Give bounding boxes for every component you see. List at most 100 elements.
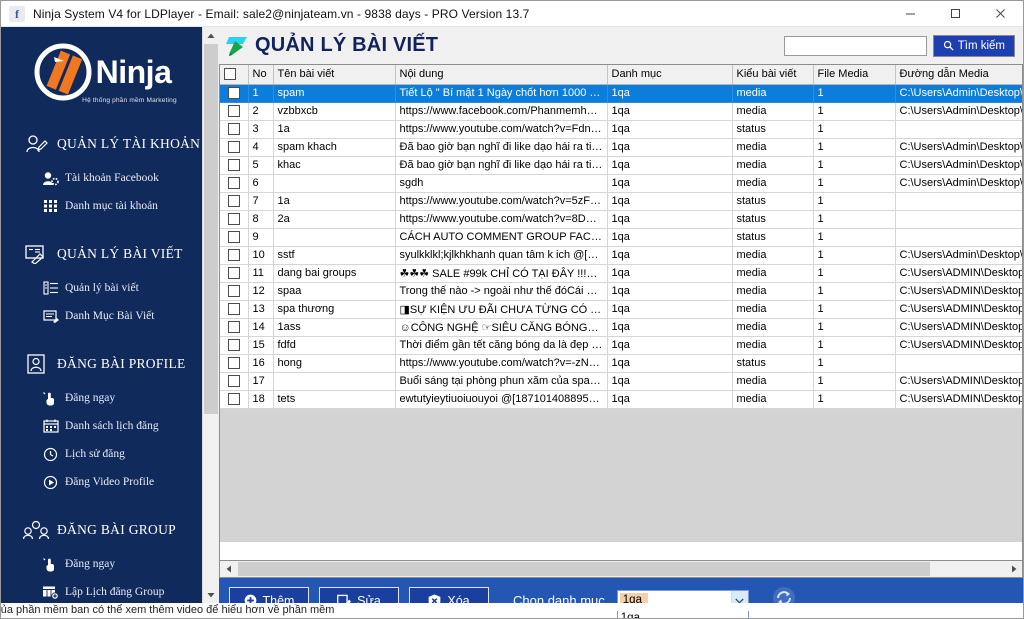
- row-checkbox[interactable]: [227, 105, 240, 118]
- sidebar-scrollbar-thumb[interactable]: [204, 44, 218, 414]
- column-header-select-all[interactable]: [220, 65, 249, 85]
- column-header-ten-bai-viet[interactable]: Tên bài viết: [273, 65, 396, 85]
- sidebar-item-danh-muc-tai-khoan[interactable]: Danh mục tài khoản: [1, 192, 202, 220]
- sidebar-item-tai-khoan-facebook[interactable]: Tài khoản Facebook: [1, 164, 202, 192]
- sidebar-item-dang-video-profile[interactable]: Đăng Video Profile: [1, 468, 202, 496]
- select-all-checkbox[interactable]: [224, 68, 236, 81]
- search-button[interactable]: Tìm kiếm: [932, 34, 1015, 57]
- row-checkbox-cell[interactable]: [220, 156, 249, 175]
- table-row[interactable]: 2 vzbbxcb https://www.facebook.com/Phanmem…: [220, 102, 1022, 121]
- table-row[interactable]: 15 fdfd Thời điểm gần tết căng bóng da là …: [220, 336, 1022, 355]
- maximize-button[interactable]: [933, 1, 978, 27]
- row-checkbox[interactable]: [227, 357, 240, 370]
- table-row[interactable]: 18 tets ewtutyieytiuoiuouyoi @[18710140889…: [220, 390, 1022, 409]
- category-option[interactable]: 1qa: [618, 611, 748, 618]
- row-checkbox-cell[interactable]: [220, 282, 249, 301]
- row-checkbox[interactable]: [227, 177, 240, 190]
- row-checkbox-cell[interactable]: [220, 372, 249, 391]
- row-checkbox[interactable]: [227, 249, 240, 262]
- table-row[interactable]: 3 1a https://www.youtube.com/watch?v=FdnmG…: [220, 120, 1022, 139]
- row-checkbox-cell[interactable]: [220, 192, 249, 211]
- row-checkbox[interactable]: [227, 285, 240, 298]
- sidebar-item-danh-muc-bai-viet[interactable]: Danh Mục Bài Viết: [1, 302, 202, 330]
- posts-table-container[interactable]: No Tên bài viết Nội dung Danh mục Kiểu b…: [219, 64, 1023, 561]
- table-row[interactable]: 141ass☺CÔNG NGHỆ ☞SIÊU CĂNG BÓNG☞SIÊU PH…: [220, 318, 1022, 337]
- row-checkbox-cell[interactable]: [220, 300, 249, 319]
- table-row[interactable]: 10 sstf syulkklkl;kjlkhkhanh quan tâm k ic…: [220, 246, 1022, 265]
- table-horizontal-scrollbar[interactable]: [219, 561, 1023, 578]
- sidebar-item-dang-ngay-group[interactable]: Đăng ngay: [1, 550, 202, 578]
- row-checkbox-cell[interactable]: [220, 120, 249, 139]
- column-header-duong-dan-media[interactable]: Đường dẫn Media: [895, 65, 1022, 85]
- row-checkbox[interactable]: [227, 267, 240, 280]
- row-checkbox[interactable]: [227, 141, 240, 154]
- row-checkbox[interactable]: [227, 321, 240, 334]
- column-header-noi-dung[interactable]: Nội dung: [395, 65, 608, 85]
- row-checkbox[interactable]: [227, 375, 240, 388]
- cell-no: 17: [248, 372, 274, 391]
- row-checkbox[interactable]: [227, 231, 240, 244]
- scroll-up-icon[interactable]: [203, 27, 219, 44]
- row-checkbox[interactable]: [227, 159, 240, 172]
- row-checkbox-cell[interactable]: [220, 354, 249, 373]
- category-dropdown-list[interactable]: 1qa1bsap quỳnh: [616, 611, 749, 618]
- cell-duong-dan-media: C:\Users\Admin\Desktop\1\1 (.: [895, 246, 1022, 265]
- row-checkbox[interactable]: [227, 195, 240, 208]
- row-checkbox-cell[interactable]: [220, 174, 249, 193]
- scroll-left-icon[interactable]: [220, 561, 237, 577]
- sidebar-item-lich-su-dang[interactable]: Lịch sử đăng: [1, 440, 202, 468]
- table-row[interactable]: 7 1a https://www.youtube.com/watch?v=5zFnX…: [220, 192, 1022, 211]
- row-checkbox-cell[interactable]: [220, 336, 249, 355]
- column-header-kieu-bai-viet[interactable]: Kiểu bài viết: [732, 65, 814, 85]
- sidebar-group-dang-bai-group[interactable]: ĐĂNG BÀI GROUP: [1, 510, 202, 550]
- row-checkbox[interactable]: [227, 303, 240, 316]
- row-checkbox-cell[interactable]: [220, 228, 249, 247]
- search-input[interactable]: [783, 35, 927, 56]
- row-checkbox-cell[interactable]: [220, 84, 249, 103]
- scroll-right-icon[interactable]: [1005, 561, 1022, 577]
- cell-danh-muc: 1qa: [607, 372, 733, 391]
- table-row[interactable]: 11 dang bai groups ☘☘☘ SALE #99k CHỈ CÓ TẠ…: [220, 264, 1022, 283]
- row-checkbox-cell[interactable]: [220, 264, 249, 283]
- scroll-down-icon[interactable]: [203, 586, 219, 603]
- horizontal-scrollbar-thumb[interactable]: [238, 562, 930, 576]
- table-row[interactable]: 12 spaa Trong thế nào -> ngoài như thế đóC…: [220, 282, 1022, 301]
- row-checkbox-cell[interactable]: [220, 318, 249, 337]
- table-row[interactable]: 1 spam Tiết Lộ " Bí mật 1 Ngày chốt hơn 10…: [220, 84, 1022, 103]
- cell-kieu-bai-viet: media: [732, 300, 814, 319]
- sidebar-group-quan-ly-tai-khoan[interactable]: QUẢN LÝ TÀI KHOẢN: [1, 124, 202, 164]
- row-checkbox-cell[interactable]: [220, 102, 249, 121]
- row-checkbox[interactable]: [227, 393, 240, 406]
- sidebar-item-lap-lich-dang-group[interactable]: Lập Lịch đăng Group: [1, 578, 202, 603]
- row-checkbox-cell[interactable]: [220, 246, 249, 265]
- table-row[interactable]: 9 CÁCH AUTO COMMENT GROUP FACEBOOK T...1q…: [220, 228, 1022, 247]
- table-row[interactable]: 13 spa thương ◨SỰ KIỆN ƯU ĐÃI CHƯA TỪNG CÓ…: [220, 300, 1022, 319]
- table-row[interactable]: 8 2a https://www.youtube.com/watch?v=8DWYj…: [220, 210, 1022, 229]
- row-checkbox-cell[interactable]: [220, 138, 249, 157]
- column-header-no[interactable]: No: [248, 65, 274, 85]
- table-row[interactable]: 16 hong https://www.youtube.com/watch?v=-z…: [220, 354, 1022, 373]
- sidebar-scrollbar[interactable]: [202, 27, 219, 603]
- sidebar-item-dang-ngay-profile[interactable]: Đăng ngay: [1, 384, 202, 412]
- row-checkbox[interactable]: [227, 123, 240, 136]
- sidebar-item-danh-sach-lich-dang[interactable]: Danh sách lịch đăng: [1, 412, 202, 440]
- close-button[interactable]: [978, 1, 1023, 27]
- cell-noi-dung: Buổi sáng tại phòng phun xăm của spa Quỳ…: [395, 372, 608, 391]
- row-checkbox-cell[interactable]: [220, 390, 249, 409]
- sidebar-group-quan-ly-bai-viet[interactable]: QUẢN LÝ BÀI VIẾT: [1, 234, 202, 274]
- column-header-file-media[interactable]: File Media: [813, 65, 896, 85]
- column-header-danh-muc[interactable]: Danh mục: [607, 65, 733, 85]
- minimize-button[interactable]: [888, 1, 933, 27]
- table-row[interactable]: 5 khac Đã bao giờ bạn nghĩ đi like dạo hái…: [220, 156, 1022, 175]
- row-checkbox[interactable]: [227, 213, 240, 226]
- row-checkbox[interactable]: [227, 339, 240, 352]
- cell-ten-bai-viet: 1a: [273, 120, 396, 139]
- table-row[interactable]: 6 sgdh1qamedia1C:\Users\Admin\Desktop\1\2…: [220, 174, 1022, 193]
- row-checkbox[interactable]: [227, 87, 240, 100]
- table-row[interactable]: 4 spam khach Đã bao giờ bạn nghĩ đi like d…: [220, 138, 1022, 157]
- cell-danh-muc: 1qa: [607, 102, 733, 121]
- row-checkbox-cell[interactable]: [220, 210, 249, 229]
- table-row[interactable]: 17 Buổi sáng tại phòng phun xăm của spa Q…: [220, 372, 1022, 391]
- sidebar-group-dang-bai-profile[interactable]: ĐĂNG BÀI PROFILE: [1, 344, 202, 384]
- sidebar-item-quan-ly-bai-viet[interactable]: Quản lý bài viết: [1, 274, 202, 302]
